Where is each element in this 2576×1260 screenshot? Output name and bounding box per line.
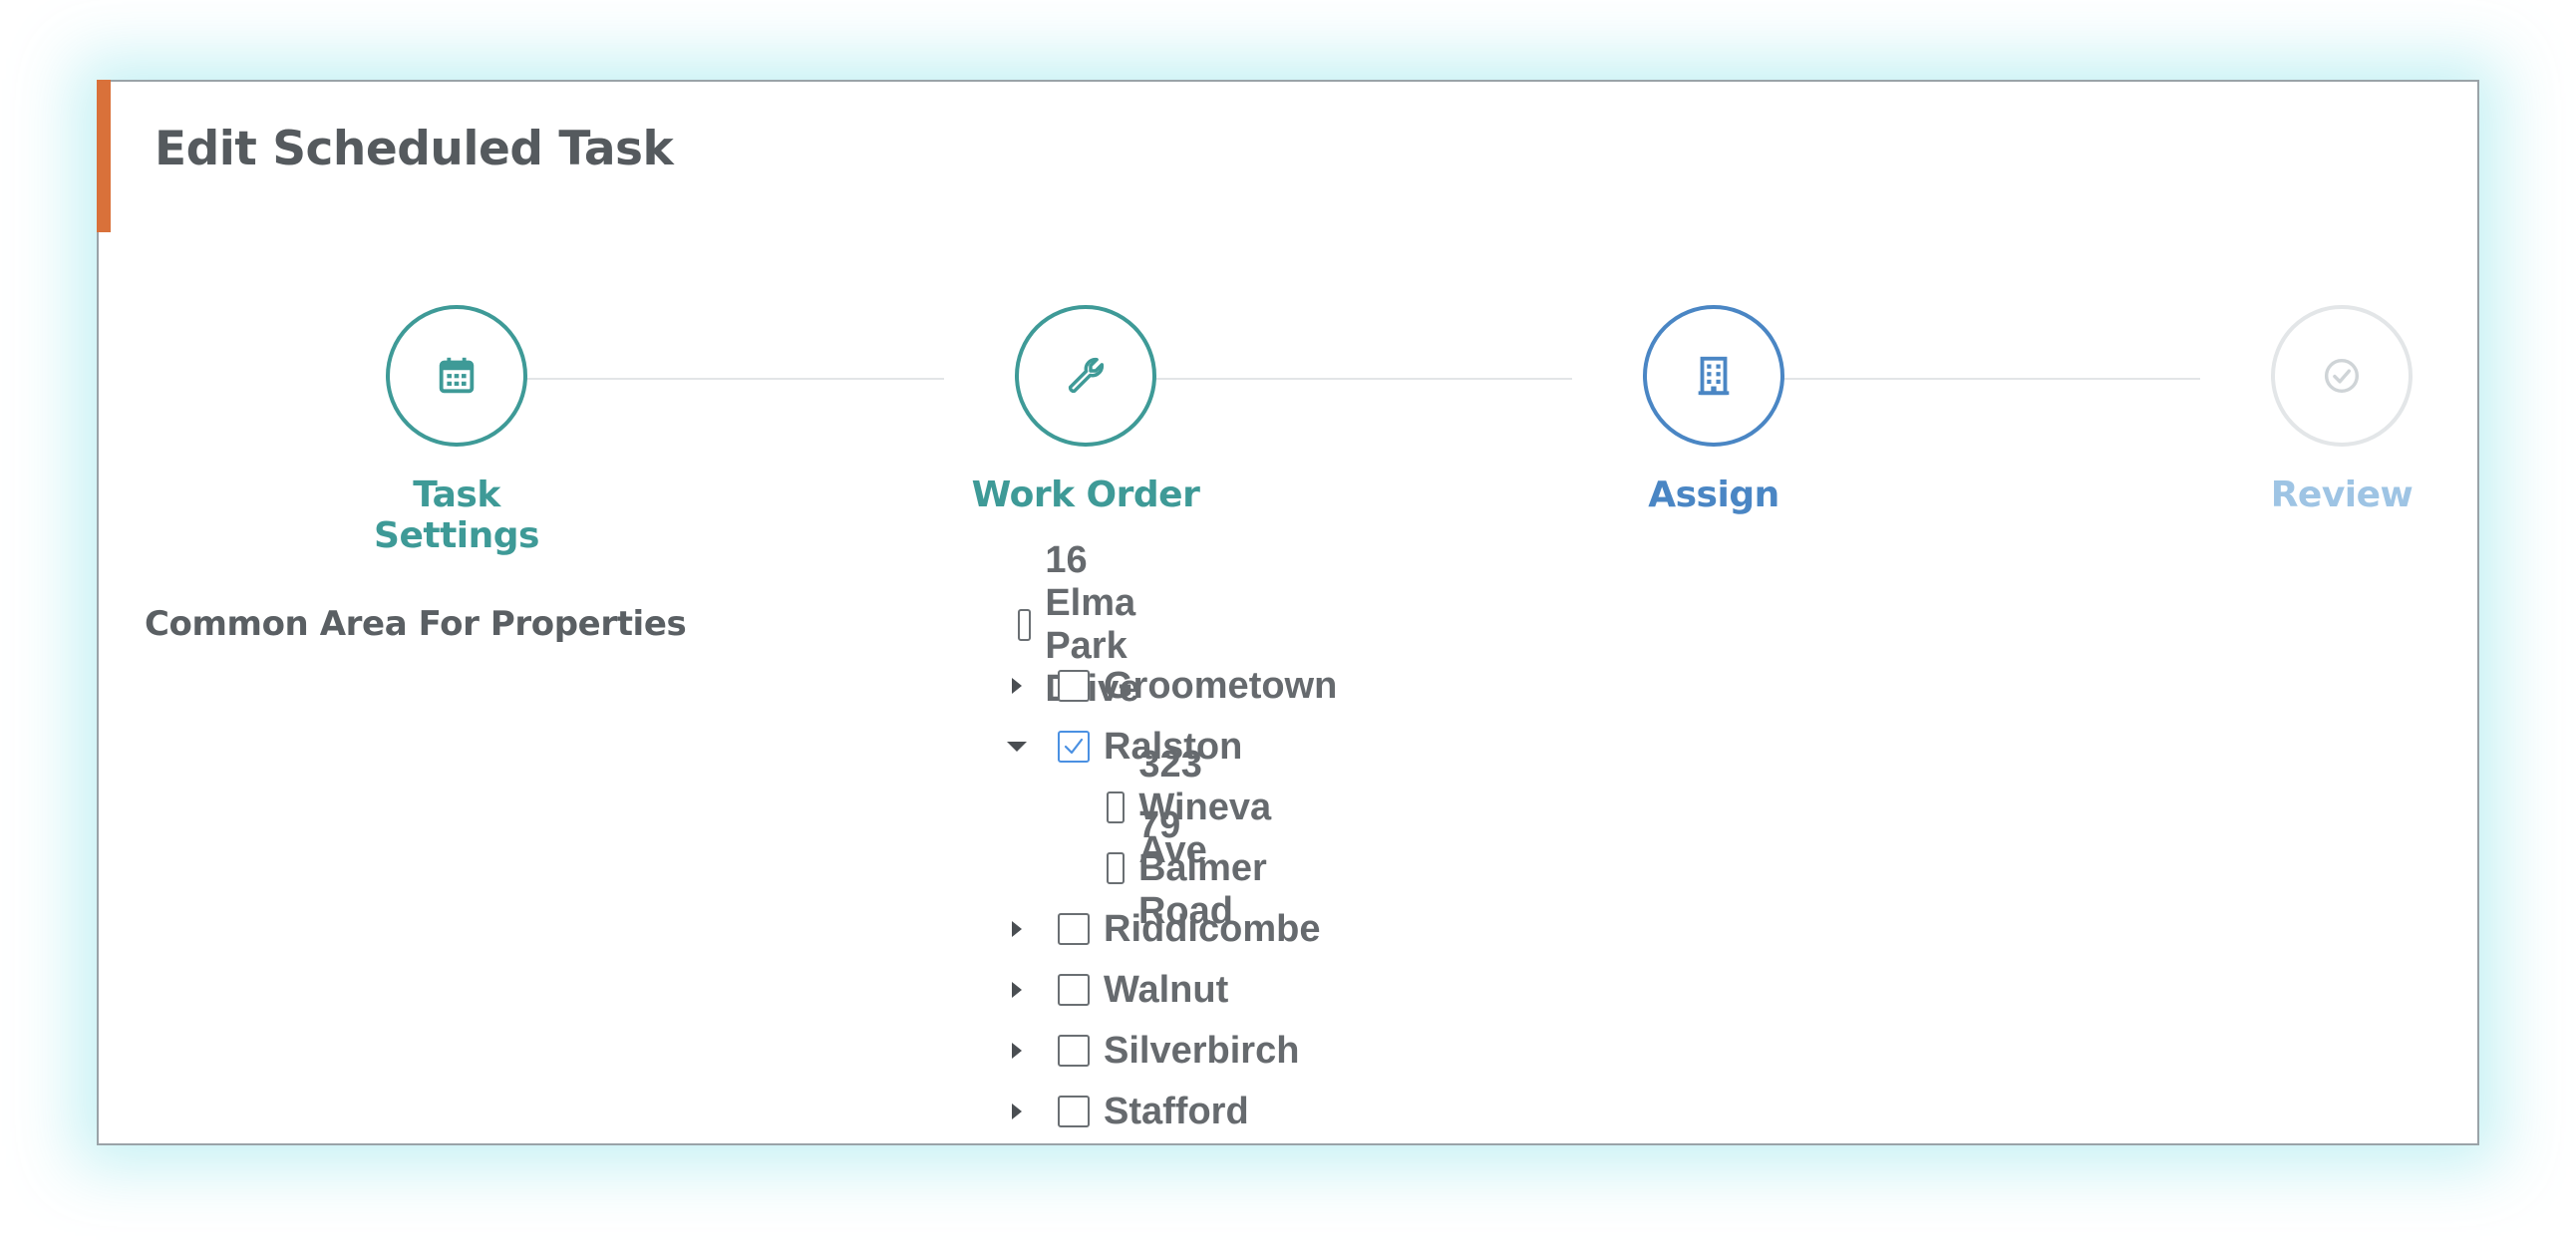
step-circle	[386, 305, 527, 447]
common-area-label: Common Area For Properties	[145, 604, 687, 644]
step-review[interactable]: Review	[2212, 305, 2471, 515]
step-label: Assign	[1648, 474, 1779, 515]
check-icon	[1064, 738, 1084, 755]
tree-item-silverbirch[interactable]: Silverbirch	[1002, 1023, 1299, 1079]
building-icon	[1698, 356, 1730, 396]
step-label: Work Order	[971, 474, 1200, 515]
step-assign[interactable]: Assign	[1584, 305, 1843, 515]
tree-item-79-balmer-road[interactable]: 79 Balmer Road	[1107, 804, 1281, 932]
caret-down-icon[interactable]	[1002, 732, 1032, 762]
step-task-settings[interactable]: Task Settings	[327, 305, 586, 556]
step-circle	[1015, 305, 1156, 447]
checkbox[interactable]	[1058, 670, 1090, 702]
step-circle	[1643, 305, 1784, 447]
tree-item-label: Walnut	[1104, 968, 1229, 1011]
page-title: Edit Scheduled Task	[155, 122, 674, 176]
calendar-icon	[439, 357, 475, 394]
tree-item-label: Stafford	[1104, 1090, 1249, 1132]
tree-item-groometown[interactable]: Groometown	[1002, 658, 1337, 714]
caret-right-icon[interactable]	[1002, 671, 1032, 701]
check-circle-icon	[2324, 358, 2360, 394]
caret-right-icon[interactable]	[1002, 1097, 1032, 1126]
wrench-icon	[1068, 357, 1105, 394]
checkbox[interactable]	[1058, 974, 1090, 1006]
caret-right-icon[interactable]	[1002, 1036, 1032, 1066]
title-accent-bar	[97, 80, 111, 232]
caret-right-icon[interactable]	[1002, 975, 1032, 1005]
checkbox[interactable]	[1058, 913, 1090, 945]
tree-item-label: Groometown	[1104, 664, 1338, 707]
tree-item-label: Silverbirch	[1104, 1029, 1300, 1072]
checkbox-checked[interactable]	[1058, 731, 1090, 763]
checkbox[interactable]	[1107, 852, 1125, 884]
tree-item-label: Riddicombe	[1104, 907, 1321, 950]
edit-task-card: Edit Scheduled Task Task Settings Work O…	[97, 80, 2479, 1145]
checkbox[interactable]	[1018, 609, 1032, 641]
step-circle	[2271, 305, 2413, 447]
tree-item-walnut[interactable]: Walnut	[1002, 962, 1228, 1018]
step-label: Review	[2270, 474, 2414, 515]
step-work-order[interactable]: Work Order	[956, 305, 1215, 515]
checkbox[interactable]	[1058, 1096, 1090, 1127]
tree-item-stafford[interactable]: Stafford	[1002, 1084, 1249, 1139]
caret-right-icon[interactable]	[1002, 914, 1032, 944]
checkbox[interactable]	[1058, 1035, 1090, 1067]
tree-item-16-elma-park-drive[interactable]: 16 Elma Park Drive	[1018, 539, 1158, 710]
step-label: Task Settings	[374, 474, 539, 556]
checkbox[interactable]	[1107, 791, 1126, 823]
tree-item-riddicombe[interactable]: Riddicombe	[1002, 901, 1320, 957]
